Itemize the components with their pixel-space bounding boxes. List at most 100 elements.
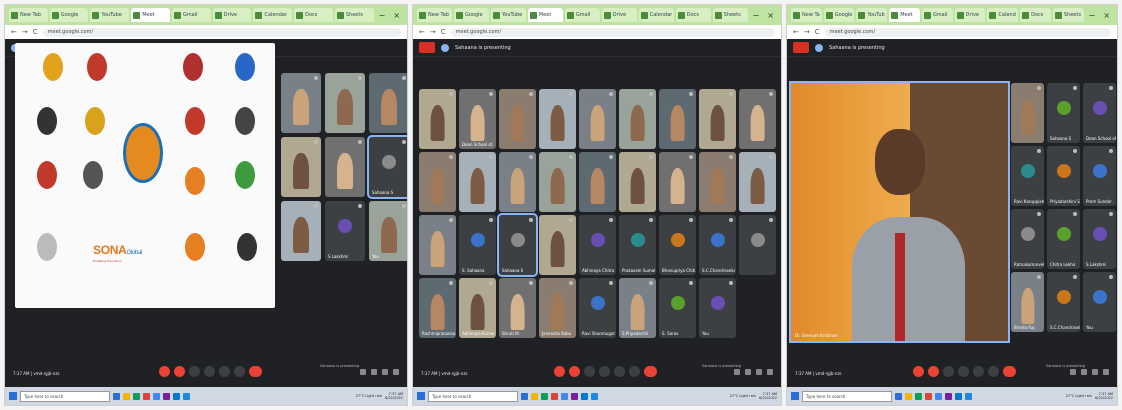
participant-tile[interactable] (659, 89, 696, 149)
browser-tab[interactable]: Sheets (712, 8, 748, 22)
taskbar-app-icon[interactable] (173, 392, 180, 400)
raise-hand-button[interactable] (958, 366, 969, 377)
more-options-icon[interactable] (609, 92, 613, 96)
taskbar-app-icon[interactable] (113, 392, 120, 400)
more-options-icon[interactable] (449, 218, 453, 222)
more-options-icon[interactable] (529, 218, 533, 222)
participant-tile[interactable]: You (1083, 272, 1116, 332)
mic-toggle-button[interactable] (913, 366, 924, 377)
participant-tile[interactable]: Abhinaya Kumar (459, 278, 496, 338)
chat-icon[interactable] (756, 369, 762, 375)
more-options-icon[interactable] (729, 92, 733, 96)
browser-tab[interactable]: Meet (131, 8, 170, 22)
browser-tab[interactable]: Google (453, 8, 489, 22)
more-options-icon[interactable] (689, 218, 693, 222)
browser-tab[interactable]: Sheets (1052, 8, 1084, 22)
info-icon[interactable] (1070, 369, 1076, 375)
more-options-icon[interactable] (769, 155, 773, 159)
browser-tab[interactable]: Docs (1020, 8, 1051, 22)
end-call-button[interactable] (249, 366, 262, 377)
taskbar-app-icon[interactable] (895, 392, 902, 400)
browser-tab[interactable]: Docs (675, 8, 711, 22)
more-options-icon[interactable] (689, 92, 693, 96)
close-button[interactable]: × (764, 11, 777, 20)
participant-tile[interactable] (699, 152, 736, 212)
weather-widget[interactable]: 27°C Light rain (356, 394, 382, 398)
browser-tab[interactable]: Calendar (987, 8, 1019, 22)
taskbar-app-icon[interactable] (123, 392, 130, 400)
participant-tile[interactable] (419, 152, 456, 212)
taskbar-app-icon[interactable] (143, 392, 150, 400)
browser-tab[interactable]: Drive (212, 8, 252, 22)
participant-tile[interactable] (539, 215, 576, 275)
participant-tile[interactable] (369, 73, 407, 133)
more-options-icon[interactable] (314, 140, 318, 144)
activities-icon[interactable] (1103, 369, 1109, 375)
reload-button[interactable]: C (33, 28, 38, 36)
stop-presenting-button[interactable] (793, 42, 809, 53)
taskbar-app-icon[interactable] (915, 392, 922, 400)
more-options-icon[interactable] (689, 281, 693, 285)
participant-tile[interactable]: Prakasam Sumathi (619, 215, 656, 275)
back-button[interactable]: ← (793, 28, 799, 36)
more-options-icon[interactable] (569, 218, 573, 222)
participant-tile[interactable] (419, 89, 456, 149)
participant-tile[interactable]: Rashmiprasannan (419, 278, 456, 338)
more-options-icon[interactable] (489, 281, 493, 285)
taskbar-search-input[interactable]: Type here to search (428, 390, 518, 402)
participant-tile[interactable] (499, 152, 536, 212)
more-options-icon[interactable] (1037, 149, 1041, 153)
taskbar-app-icon[interactable] (561, 392, 568, 400)
participant-tile[interactable]: Dean School of... (1083, 83, 1116, 143)
browser-tab[interactable]: YouTube (856, 8, 888, 22)
taskbar-app-icon[interactable] (571, 392, 578, 400)
participant-tile[interactable] (281, 201, 321, 261)
reload-button[interactable]: C (815, 28, 820, 36)
present-button[interactable] (219, 366, 230, 377)
browser-tab[interactable]: Drive (601, 8, 637, 22)
taskbar-app-icon[interactable] (965, 392, 972, 400)
url-field[interactable]: meet.google.com/ (42, 27, 401, 37)
browser-tab[interactable]: Calendar (638, 8, 674, 22)
browser-tab[interactable]: Google (823, 8, 855, 22)
browser-tab[interactable]: Sheets (334, 8, 374, 22)
camera-toggle-button[interactable] (569, 366, 580, 377)
participant-tile[interactable]: Priyadarshini S (1047, 146, 1080, 206)
participant-tile[interactable] (739, 89, 776, 149)
taskbar-app-icon[interactable] (925, 392, 932, 400)
browser-tab[interactable]: Gmail (171, 8, 211, 22)
more-options-icon[interactable] (609, 155, 613, 159)
more-options-icon[interactable] (1073, 149, 1077, 153)
taskbar-clock[interactable]: 7:37 AM 6/22/2022 (759, 392, 777, 400)
participant-tile[interactable]: Dean School of... (459, 89, 496, 149)
participant-tile[interactable]: Ravi Shanmugam (579, 278, 616, 338)
browser-tab[interactable]: Drive (954, 8, 986, 22)
more-options-icon[interactable] (769, 218, 773, 222)
participant-tile[interactable]: Abhinaya Chitra (579, 215, 616, 275)
more-options-icon[interactable] (529, 155, 533, 159)
taskbar-app-icon[interactable] (521, 392, 528, 400)
present-button[interactable] (614, 366, 625, 377)
windows-start-icon[interactable] (417, 392, 425, 400)
taskbar-search-input[interactable]: Type here to search (20, 390, 110, 402)
mic-toggle-button[interactable] (554, 366, 565, 377)
active-speaker-video[interactable]: Dr. Sreeram Krishnan (789, 81, 1010, 343)
more-options-icon[interactable] (1073, 86, 1077, 90)
browser-tab[interactable]: Meet (527, 8, 563, 22)
participant-tile[interactable] (579, 152, 616, 212)
taskbar-app-icon[interactable] (905, 392, 912, 400)
more-options-icon[interactable] (314, 76, 318, 80)
more-options-icon[interactable] (1109, 212, 1113, 216)
more-options-button[interactable] (988, 366, 999, 377)
participant-tile[interactable] (619, 152, 656, 212)
participant-tile[interactable]: S. Sahaana (459, 215, 496, 275)
more-options-icon[interactable] (569, 92, 573, 96)
weather-widget[interactable]: 27°C Light rain (1066, 394, 1092, 398)
info-icon[interactable] (734, 369, 740, 375)
participant-tile[interactable] (325, 137, 365, 197)
more-options-icon[interactable] (1037, 212, 1041, 216)
participant-tile[interactable]: Sahaana S (1047, 83, 1080, 143)
participant-tile[interactable] (1011, 83, 1044, 143)
taskbar-app-icon[interactable] (591, 392, 598, 400)
participant-tile[interactable] (539, 89, 576, 149)
